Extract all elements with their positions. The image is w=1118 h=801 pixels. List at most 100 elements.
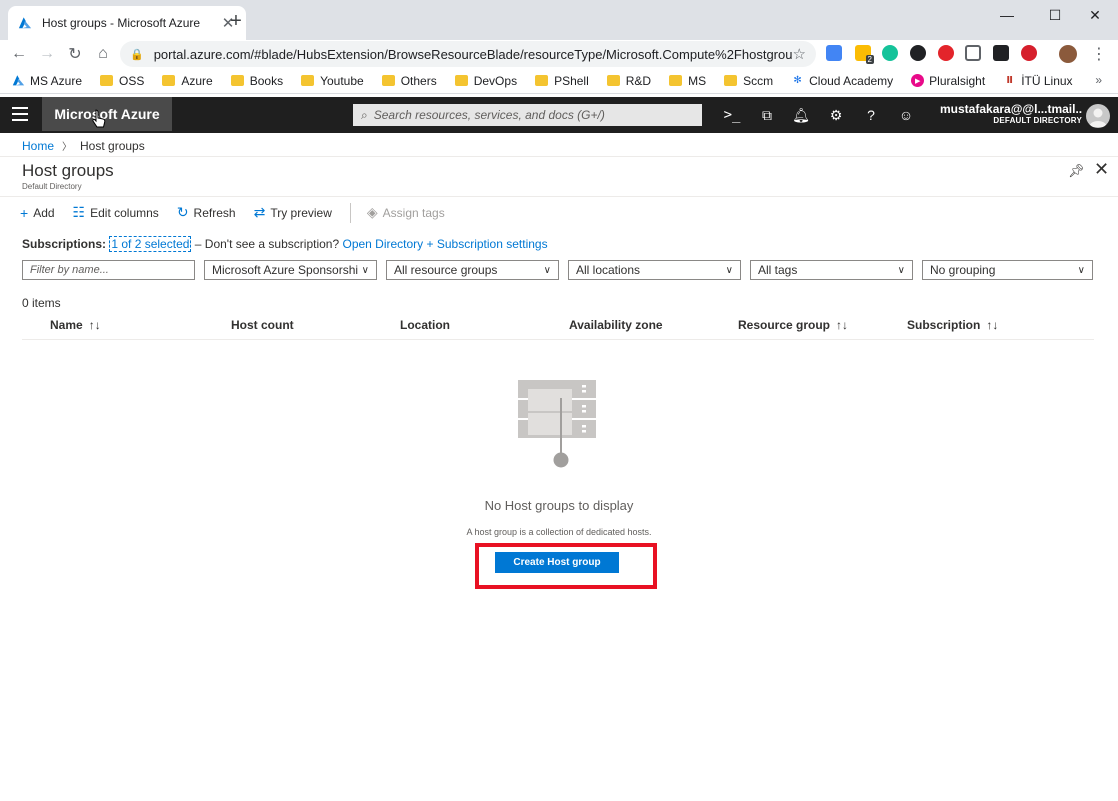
bookmark-itu-linux[interactable]: Ⅱ İTÜ Linux — [1003, 74, 1072, 88]
lock-icon: 🔒 — [130, 48, 144, 61]
subscriptions-selected-link[interactable]: 1 of 2 selected — [109, 236, 192, 252]
bookmark-label: İTÜ Linux — [1021, 73, 1073, 88]
browser-menu-icon[interactable]: ⋮ — [1088, 43, 1110, 65]
directory-filter-icon[interactable]: ⧉ — [757, 105, 777, 125]
bookmark-star-icon[interactable]: ☆ — [793, 45, 806, 63]
column-label: Name — [50, 318, 83, 332]
tags-value: All tags — [758, 263, 798, 277]
folder-icon — [724, 75, 738, 86]
location-dropdown[interactable]: All locations ∨ — [568, 260, 741, 280]
browser-tab[interactable]: Host groups - Microsoft Azure ✕ — [8, 6, 246, 40]
empty-state-description: A host group is a collection of dedicate… — [466, 527, 652, 537]
search-icon: ⌕ — [361, 107, 368, 122]
notifications-bell-icon[interactable]: 🔔︎ — [791, 105, 811, 125]
window-close-button[interactable]: ✕ — [1072, 0, 1118, 30]
pocket-extension-icon[interactable] — [965, 45, 981, 61]
pin-icon[interactable]: 📌︎ — [1068, 163, 1085, 179]
azure-search-input[interactable]: ⌕ Search resources, services, and docs (… — [353, 104, 702, 126]
portal-menu-icon[interactable] — [12, 107, 28, 121]
user-avatar-icon — [1089, 108, 1107, 127]
tags-dropdown[interactable]: All tags ∨ — [750, 260, 913, 280]
command-bar: + Add ☷ Edit columns ↻ Refresh ⇄ Try preview… — [0, 196, 1118, 228]
extension-icon[interactable] — [910, 45, 926, 61]
extension-icon[interactable] — [993, 45, 1009, 61]
extension-icon[interactable] — [938, 45, 954, 61]
sort-icon: ↑↓ — [986, 318, 999, 332]
column-label: Location — [400, 318, 450, 332]
column-header-availability-zone[interactable]: Availability zone — [569, 318, 663, 332]
page-subtitle: Default Directory — [22, 182, 82, 191]
try-preview-button[interactable]: ⇄ Try preview — [254, 204, 332, 221]
chevron-right-icon: 〉 — [62, 142, 73, 153]
bookmark-folder-ms[interactable]: MS — [669, 74, 706, 88]
reload-icon[interactable]: ↻ — [64, 43, 86, 65]
grouping-value: No grouping — [930, 263, 996, 277]
directory-settings-link[interactable]: Open Directory + Subscription settings — [342, 237, 547, 251]
bookmark-folder-others[interactable]: Others — [381, 74, 437, 88]
back-arrow-icon[interactable]: ← — [8, 43, 30, 65]
bookmark-folder-youtube[interactable]: Youtube — [301, 74, 364, 88]
bookmark-folder-azure[interactable]: Azure — [162, 74, 213, 88]
add-button[interactable]: + Add — [20, 205, 55, 221]
empty-state-title: No Host groups to display — [484, 498, 634, 513]
column-header-name[interactable]: Name ↑↓ — [50, 318, 101, 332]
bookmark-folder-pshell[interactable]: PShell — [535, 74, 589, 88]
breadcrumb: Home 〉 Host groups — [22, 138, 145, 154]
assign-tags-label: Assign tags — [382, 205, 445, 220]
azure-brand-link[interactable]: Microsoft Azure — [42, 97, 172, 131]
bookmarks-overflow-icon[interactable]: » — [1095, 73, 1102, 87]
refresh-button[interactable]: ↻ Refresh — [177, 204, 236, 221]
bookmark-label: MS Azure — [30, 73, 83, 88]
resource-group-value: All resource groups — [394, 263, 498, 277]
folder-icon — [535, 75, 549, 86]
bookmark-pluralsight[interactable]: ▶ Pluralsight — [911, 74, 985, 88]
extension-icon[interactable] — [1021, 45, 1037, 61]
avatar[interactable] — [1086, 104, 1110, 128]
folder-icon — [381, 75, 395, 86]
assign-tags-button[interactable]: ◈ Assign tags — [367, 204, 445, 221]
subscriptions-line: Subscriptions: 1 of 2 selected – Don't s… — [22, 236, 548, 252]
grouping-dropdown[interactable]: No grouping ∨ — [922, 260, 1093, 280]
address-bar[interactable]: 🔒 portal.azure.com/#blade/HubsExtension/… — [120, 41, 816, 67]
feedback-smiley-icon[interactable]: ☺ — [896, 105, 916, 125]
table-header: Name ↑↓ Host count Location Availability … — [22, 316, 1094, 340]
bookmark-folder-devops[interactable]: DevOps — [454, 74, 517, 88]
breadcrumb-current: Host groups — [80, 138, 145, 153]
azure-logo-icon — [18, 17, 32, 29]
profile-avatar-icon[interactable] — [1059, 45, 1077, 63]
cloud-shell-icon[interactable]: >_ — [722, 105, 742, 125]
subscriptions-label: Subscriptions: — [22, 237, 107, 251]
settings-gear-icon[interactable]: ⚙ — [826, 105, 846, 125]
column-header-subscription[interactable]: Subscription ↑↓ — [907, 318, 998, 332]
resource-group-dropdown[interactable]: All resource groups ∨ — [386, 260, 559, 280]
bookmark-folder-oss[interactable]: OSS — [100, 74, 144, 88]
help-icon[interactable]: ? — [861, 105, 881, 125]
bookmark-ms-azure[interactable]: MS Azure — [12, 74, 82, 88]
filter-by-name-input[interactable]: Filter by name... — [22, 260, 195, 280]
column-header-location[interactable]: Location — [400, 318, 450, 332]
bookmark-label: Pluralsight — [929, 73, 986, 88]
column-header-host-count[interactable]: Host count — [231, 318, 294, 332]
folder-icon — [100, 75, 114, 86]
create-host-group-button[interactable]: Create Host group — [495, 552, 619, 573]
refresh-icon: ↻ — [176, 204, 189, 220]
edit-columns-button[interactable]: ☷ Edit columns — [73, 204, 159, 221]
columns-icon: ☷ — [72, 204, 86, 220]
minimize-button[interactable]: — — [984, 0, 1030, 30]
column-header-resource-group[interactable]: Resource group ↑↓ — [738, 318, 848, 332]
extension-icon[interactable]: 2 — [855, 45, 874, 64]
forward-arrow-icon[interactable]: → — [36, 43, 58, 65]
new-tab-button[interactable]: + — [226, 11, 246, 31]
close-blade-icon[interactable]: ✕ — [1094, 160, 1109, 178]
account-menu[interactable]: mustafakara@@l...tmail... DEFAULT DIRECT… — [940, 102, 1082, 125]
bookmark-folder-rnd[interactable]: R&D — [606, 74, 651, 88]
bookmark-folder-books[interactable]: Books — [230, 74, 283, 88]
breadcrumb-home-link[interactable]: Home — [22, 139, 54, 153]
bookmark-folder-sccm[interactable]: Sccm — [724, 74, 773, 88]
grammarly-extension-icon[interactable] — [882, 45, 898, 61]
chevron-down-icon: ∨ — [361, 264, 369, 276]
subscription-dropdown[interactable]: Microsoft Azure Sponsorship ∨ — [204, 260, 377, 280]
home-icon[interactable]: ⌂ — [92, 43, 114, 65]
bookmark-cloud-academy[interactable]: ✻ Cloud Academy — [791, 74, 893, 88]
translate-extension-icon[interactable] — [826, 45, 842, 61]
